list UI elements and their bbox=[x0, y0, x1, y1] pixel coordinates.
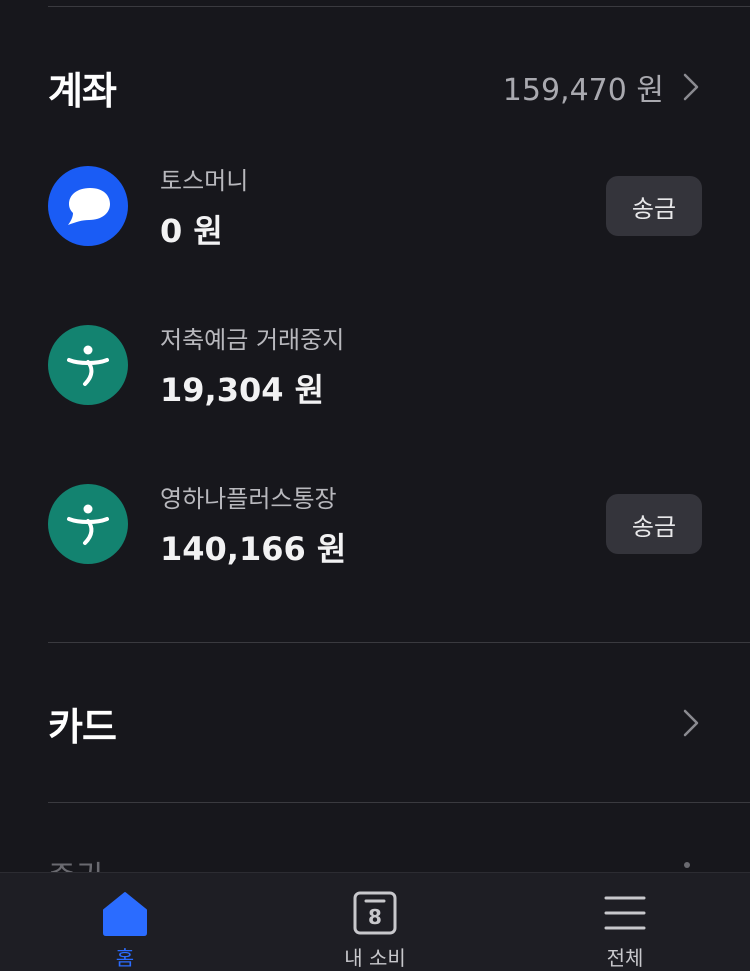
chevron-right-icon bbox=[683, 73, 699, 101]
calendar-8-icon: 8 bbox=[350, 889, 400, 936]
tab-label: 홈 bbox=[115, 946, 135, 970]
account-row-toss[interactable]: 토스머니 0 원 송금 bbox=[48, 161, 702, 251]
account-name: 영하나플러스통장 bbox=[160, 484, 337, 513]
bottom-tab-bar: 홈 8 내 소비 전체 bbox=[0, 872, 750, 971]
account-name: 저축예금 거래중지 bbox=[160, 325, 345, 354]
calendar-badge: 8 bbox=[368, 905, 382, 929]
cards-header[interactable]: 카드 bbox=[48, 698, 702, 749]
next-section-chevron-icon bbox=[684, 862, 690, 868]
account-balance: 19,304 원 bbox=[160, 370, 325, 409]
send-button[interactable]: 송금 bbox=[606, 176, 702, 236]
home-icon bbox=[100, 889, 150, 936]
account-row-young-hana[interactable]: 영하나플러스통장 140,166 원 송금 bbox=[48, 479, 702, 569]
accounts-header[interactable]: 계좌 159,470 원 bbox=[48, 62, 702, 113]
account-info: 영하나플러스통장 140,166 원 bbox=[160, 479, 606, 570]
section-divider bbox=[48, 642, 750, 643]
top-divider bbox=[48, 6, 750, 7]
send-button[interactable]: 송금 bbox=[606, 494, 702, 554]
cards-title: 카드 bbox=[48, 704, 117, 749]
tab-my-spending[interactable]: 8 내 소비 bbox=[250, 873, 500, 971]
tab-all[interactable]: 전체 bbox=[500, 873, 750, 971]
chevron-right-icon bbox=[683, 709, 699, 737]
account-balance: 140,166 원 bbox=[160, 529, 347, 568]
account-balance: 0 원 bbox=[160, 211, 223, 250]
account-info: 토스머니 0 원 bbox=[160, 161, 606, 252]
account-name: 토스머니 bbox=[160, 166, 249, 195]
account-info: 저축예금 거래중지 19,304 원 bbox=[160, 320, 702, 411]
account-row-savings[interactable]: 저축예금 거래중지 19,304 원 bbox=[48, 320, 702, 410]
accounts-total: 159,470 원 bbox=[502, 73, 664, 108]
menu-icon bbox=[600, 889, 650, 936]
hana-bank-logo-icon bbox=[48, 484, 128, 564]
toss-logo-icon bbox=[48, 166, 128, 246]
tab-label: 전체 bbox=[606, 946, 644, 970]
hana-bank-logo-icon bbox=[48, 325, 128, 405]
tab-home[interactable]: 홈 bbox=[0, 873, 250, 971]
section-divider bbox=[48, 802, 750, 803]
tab-label: 내 소비 bbox=[344, 946, 406, 970]
accounts-title: 계좌 bbox=[48, 68, 117, 113]
accounts-total-link[interactable]: 159,470 원 bbox=[503, 65, 702, 109]
